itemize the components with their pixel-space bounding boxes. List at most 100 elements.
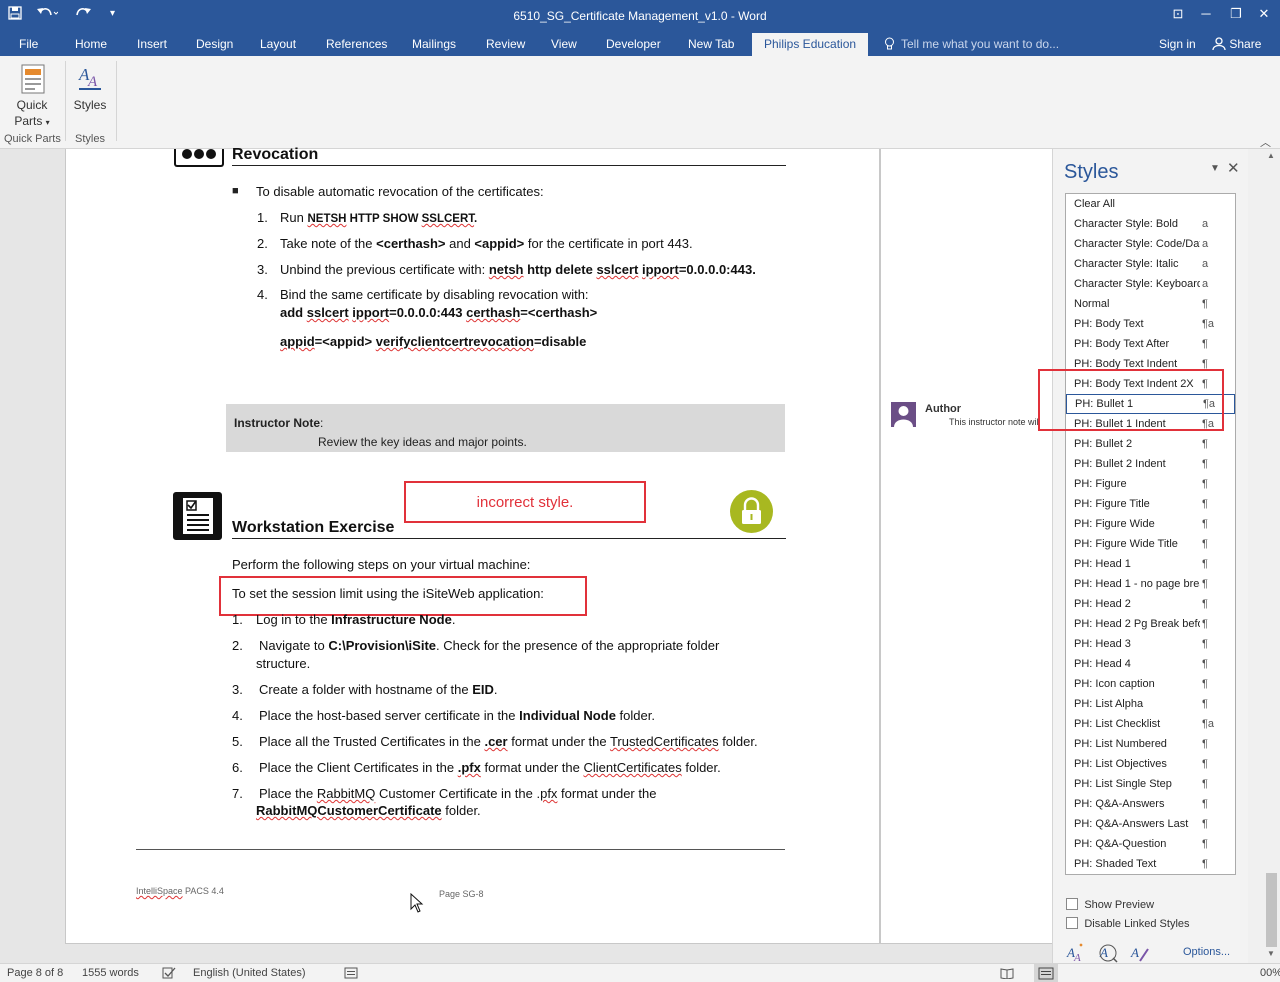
tab-developer[interactable]: Developer (606, 37, 661, 51)
style-item[interactable]: PH: Q&A-Answers Last ¶ (1066, 814, 1235, 834)
style-item[interactable]: PH: Q&A-Question ¶ (1066, 834, 1235, 854)
close-icon[interactable]: ✕ (1227, 159, 1240, 177)
proofing-icon[interactable] (162, 967, 176, 982)
style-item[interactable]: PH: Bullet 2 Indent ¶ (1066, 454, 1235, 474)
restore-icon[interactable]: ❐ (1226, 4, 1246, 24)
revocation-heading: Revocation (232, 146, 319, 163)
scroll-down-icon[interactable]: ▼ (1267, 949, 1275, 958)
style-item[interactable]: PH: Head 1 ¶ (1066, 554, 1235, 574)
style-item[interactable]: PH: Head 4 ¶ (1066, 654, 1235, 674)
zoom-level[interactable]: 00% (1260, 967, 1280, 979)
comment-text[interactable]: This instructor note will (949, 417, 1051, 427)
style-item[interactable]: PH: Head 2 Pg Break before ¶ (1066, 614, 1235, 634)
ribbon-tabs: File Home Insert Design Layout Reference… (0, 33, 1280, 56)
tab-layout[interactable]: Layout (260, 37, 296, 51)
svg-text:A: A (87, 74, 98, 90)
document-page[interactable]: Revocation ■ To disable automatic revoca… (65, 146, 880, 944)
scroll-up-icon[interactable]: ▲ (1267, 151, 1275, 160)
tab-philips-education[interactable]: Philips Education (752, 33, 869, 56)
tab-review[interactable]: Review (486, 37, 525, 51)
style-item[interactable]: PH: Head 3 ¶ (1066, 634, 1235, 654)
style-item[interactable]: PH: Head 1 - no page break ¶ (1066, 574, 1235, 594)
style-item[interactable]: Character Style: Bold a (1066, 214, 1235, 234)
tab-mailings[interactable]: Mailings (412, 37, 456, 51)
style-item-name: Character Style: Italic (1074, 258, 1179, 270)
tab-new-tab[interactable]: New Tab (688, 37, 734, 51)
collapse-ribbon-icon[interactable]: ︿ (1260, 134, 1271, 150)
document-scrollbar[interactable]: ▲ ▼ (1263, 149, 1280, 963)
styles-button[interactable]: AA Styles (70, 61, 110, 116)
bullet-square-icon: ■ (232, 185, 239, 197)
minimize-icon[interactable]: ─ (1196, 4, 1216, 24)
style-item[interactable]: PH: Figure Wide ¶ (1066, 514, 1235, 534)
quick-parts-button[interactable]: Quick Parts ▾ (9, 61, 55, 131)
style-item[interactable]: Character Style: Code/Data a (1066, 234, 1235, 254)
style-item[interactable]: PH: Bullet 2 ¶ (1066, 434, 1235, 454)
rev-step-num-2: 2. (257, 236, 268, 251)
ws-step-6: Place the Client Certificates in the .pf… (259, 760, 721, 775)
avatar (891, 402, 916, 427)
rev-step-1: Run NETSH HTTP SHOW SSLCERT. (280, 210, 478, 225)
read-mode-icon[interactable] (1000, 967, 1014, 982)
page-count[interactable]: Page 8 of 8 (7, 967, 63, 979)
style-item[interactable]: Clear All (1066, 194, 1235, 214)
style-item[interactable]: PH: List Single Step ¶ (1066, 774, 1235, 794)
sign-in-link[interactable]: Sign in (1159, 37, 1196, 51)
style-item[interactable]: PH: Icon caption ¶ (1066, 674, 1235, 694)
pane-options-icon[interactable]: ▼ (1210, 163, 1220, 174)
language[interactable]: English (United States) (193, 967, 306, 979)
rev-step-num-1: 1. (257, 210, 268, 225)
dots-icon (174, 149, 224, 167)
style-type-icon: ¶ (1202, 778, 1208, 790)
style-item[interactable]: PH: List Numbered ¶ (1066, 734, 1235, 754)
options-link[interactable]: Options... (1183, 946, 1230, 958)
style-item-name: Character Style: Keyboard (1074, 278, 1200, 290)
style-item[interactable]: PH: List Checklist ¶a (1066, 714, 1235, 734)
print-layout-icon[interactable] (1034, 964, 1058, 982)
svg-text:A: A (1073, 952, 1081, 963)
new-style-icon[interactable]: AA (1066, 943, 1086, 964)
style-item[interactable]: PH: Body Text ¶a (1066, 314, 1235, 334)
close-window-icon[interactable]: ✕ (1254, 4, 1274, 24)
style-item[interactable]: PH: List Objectives ¶ (1066, 754, 1235, 774)
word-count[interactable]: 1555 words (82, 967, 139, 979)
style-item[interactable]: PH: Shaded Text ¶ (1066, 854, 1235, 874)
share-button[interactable]: Share (1212, 37, 1261, 53)
tab-home[interactable]: Home (75, 37, 107, 51)
tab-design[interactable]: Design (196, 37, 233, 51)
svg-text:A: A (1130, 945, 1139, 960)
tab-file[interactable]: File (19, 37, 38, 51)
checklist-icon (173, 492, 222, 540)
style-item[interactable]: PH: List Alpha ¶ (1066, 694, 1235, 714)
style-item[interactable]: PH: Figure ¶ (1066, 474, 1235, 494)
style-item-name: PH: Head 2 (1074, 598, 1131, 610)
show-preview-checkbox[interactable]: Show Preview (1066, 897, 1154, 911)
style-item[interactable]: PH: Head 2 ¶ (1066, 594, 1235, 614)
tab-insert[interactable]: Insert (137, 37, 167, 51)
style-type-icon: ¶ (1202, 438, 1208, 450)
style-item-name: PH: Head 2 Pg Break before (1074, 618, 1200, 630)
style-item[interactable]: Character Style: Keyboard a (1066, 274, 1235, 294)
style-item[interactable]: PH: Figure Wide Title ¶ (1066, 534, 1235, 554)
style-type-icon: ¶ (1202, 818, 1208, 830)
ribbon-display-options-icon[interactable]: ⊡ (1168, 4, 1188, 24)
style-item[interactable]: Character Style: Italic a (1066, 254, 1235, 274)
disable-linked-styles-checkbox[interactable]: Disable Linked Styles (1066, 916, 1190, 930)
group-separator (65, 61, 66, 141)
styles-list[interactable]: Clear All Character Style: Bold a Character… (1065, 193, 1236, 875)
manage-styles-icon[interactable]: A (1130, 943, 1150, 963)
macro-icon[interactable] (344, 967, 358, 982)
style-inspector-icon[interactable]: A (1098, 943, 1118, 963)
tab-references[interactable]: References (326, 37, 387, 51)
style-item[interactable]: PH: Q&A-Answers ¶ (1066, 794, 1235, 814)
quick-parts-label-1: Quick (16, 98, 48, 112)
tab-view[interactable]: View (551, 37, 577, 51)
style-item[interactable]: PH: Body Text After ¶ (1066, 334, 1235, 354)
comment-author[interactable]: Author (925, 403, 961, 415)
ws-session-text: To set the session limit using the iSite… (232, 586, 544, 601)
style-item[interactable]: PH: Figure Title ¶ (1066, 494, 1235, 514)
style-item[interactable]: Normal ¶ (1066, 294, 1235, 314)
tell-me-search[interactable]: Tell me what you want to do... (901, 37, 1059, 51)
style-item-name: PH: Body Text (1074, 318, 1144, 330)
scrollbar-thumb[interactable] (1266, 873, 1277, 947)
